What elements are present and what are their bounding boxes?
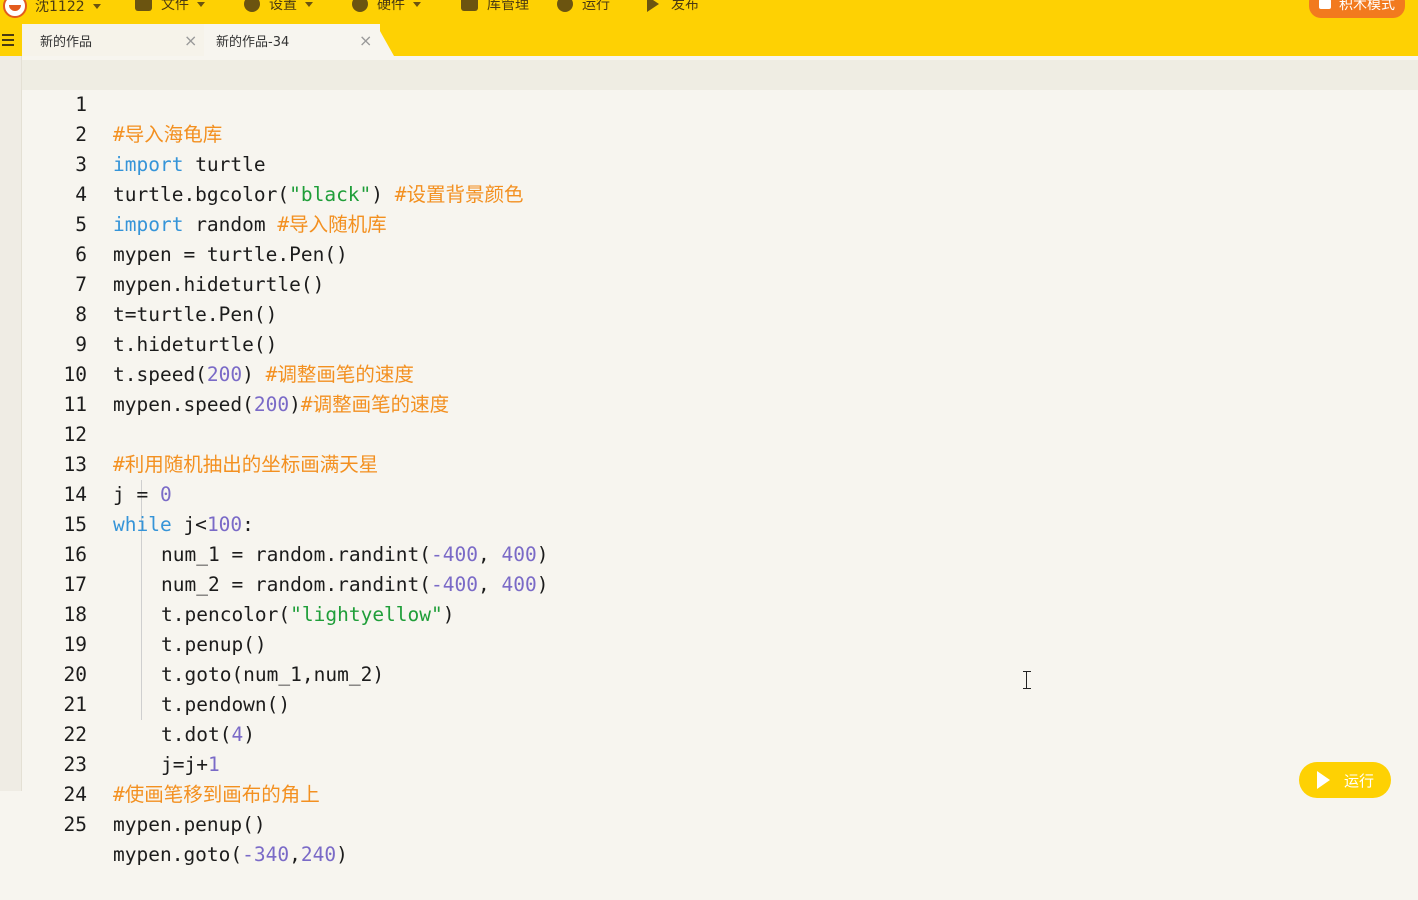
menu-file[interactable]: 文件 xyxy=(135,0,205,14)
code-line[interactable]: 15 num_1 = random.randint(-400, 400) xyxy=(22,480,1418,566)
robot-icon xyxy=(352,0,368,12)
avatar xyxy=(3,0,27,18)
gear-icon xyxy=(244,0,260,12)
folder-icon xyxy=(135,0,152,11)
tab-new-work-34[interactable]: 新的作品-34 × xyxy=(206,24,386,56)
blocks-icon xyxy=(1319,0,1331,9)
menu-list-icon[interactable] xyxy=(2,34,14,49)
chevron-down-icon xyxy=(197,1,205,7)
menu-hardware[interactable]: 硬件 xyxy=(352,0,421,14)
chevron-down-icon xyxy=(305,1,313,7)
run-button-label: 运行 xyxy=(1344,771,1375,790)
code-line[interactable]: 20 t.pendown() xyxy=(22,630,1418,716)
menu-run[interactable]: 运行 xyxy=(557,0,610,14)
code-line[interactable]: 25 mypen.goto(-340,240) xyxy=(22,780,1418,866)
text-cursor-icon xyxy=(1023,671,1031,689)
code-text: mypen.goto(-340,240) xyxy=(113,843,348,866)
library-icon xyxy=(461,0,478,11)
menu-settings[interactable]: 设置 xyxy=(244,0,313,14)
play-icon xyxy=(1317,771,1330,789)
tab-label: 新的作品-34 xyxy=(216,34,290,50)
code-text: mypen.penup() xyxy=(113,813,266,836)
code-line[interactable]: 14 while j<100: xyxy=(22,450,1418,536)
run-button[interactable]: 运行 xyxy=(1299,762,1391,798)
chevron-down-icon xyxy=(413,1,421,7)
user-name: 沈1122 xyxy=(35,0,85,15)
top-menu-bar: 沈1122 文件 设置 硬件 库管理 运行 发布 积木模式 xyxy=(0,0,1418,24)
code-line[interactable]: 4 import random #导入随机库 xyxy=(22,150,1418,236)
code-line[interactable]: 7 t=turtle.Pen() xyxy=(22,240,1418,326)
send-icon xyxy=(647,0,659,12)
code-line[interactable]: 13 j = 0 xyxy=(22,420,1418,506)
close-icon[interactable]: × xyxy=(184,31,197,50)
code-line[interactable]: 8 t.hideturtle() xyxy=(22,270,1418,356)
code-line[interactable]: 24 mypen.penup() xyxy=(22,750,1418,836)
block-mode-button[interactable]: 积木模式 xyxy=(1309,0,1405,18)
code-line[interactable]: 16 num_2 = random.randint(-400, 400) xyxy=(22,510,1418,596)
menu-publish[interactable]: 发布 xyxy=(647,0,699,14)
play-icon xyxy=(557,0,573,12)
code-line[interactable]: 2 import turtle xyxy=(22,90,1418,176)
code-line[interactable]: 22 j=j+1 xyxy=(22,690,1418,776)
code-line[interactable]: 3 turtle.bgcolor("black") #设置背景颜色 xyxy=(22,120,1418,206)
code-line[interactable]: 17 t.pencolor("lightyellow") xyxy=(22,540,1418,626)
code-line[interactable]: 12 #利用随机抽出的坐标画满天星 xyxy=(22,390,1418,476)
code-line[interactable]: 23 #使画笔移到画布的角上 xyxy=(22,720,1418,806)
code-editor[interactable]: 1 #导入海龟库 2 import turtle 3 turtle.bgcolo… xyxy=(22,60,1418,866)
code-line[interactable]: 5 mypen = turtle.Pen() xyxy=(22,180,1418,266)
code-line[interactable]: 11 xyxy=(22,360,1418,416)
close-icon[interactable]: × xyxy=(359,31,372,50)
block-mode-label: 积木模式 xyxy=(1339,0,1395,13)
menu-library[interactable]: 库管理 xyxy=(461,0,529,14)
line-number: 25 xyxy=(63,813,87,836)
code-line[interactable]: 6 mypen.hideturtle() xyxy=(22,210,1418,296)
code-line[interactable]: 9 t.speed(200) #调整画笔的速度 xyxy=(22,300,1418,386)
tab-label: 新的作品 xyxy=(40,34,93,50)
menu-file-label: 文件 xyxy=(161,0,189,13)
menu-run-label: 运行 xyxy=(582,0,610,13)
code-line[interactable]: 1 #导入海龟库 xyxy=(22,60,1418,146)
code-line[interactable]: 10 mypen.speed(200)#调整画笔的速度 xyxy=(22,330,1418,416)
menu-library-label: 库管理 xyxy=(487,0,529,13)
user-menu[interactable]: 沈1122 xyxy=(3,0,101,18)
menu-publish-label: 发布 xyxy=(671,0,699,13)
menu-hardware-label: 硬件 xyxy=(377,0,405,13)
menu-settings-label: 设置 xyxy=(269,0,297,13)
chevron-down-icon xyxy=(92,3,101,9)
code-line[interactable]: 18 t.penup() xyxy=(22,570,1418,656)
editor-left-strip xyxy=(0,56,22,791)
code-line[interactable]: 19 t.goto(num_1,num_2) xyxy=(22,600,1418,686)
code-line[interactable]: 21 t.dot(4) xyxy=(22,660,1418,746)
tab-new-work[interactable]: 新的作品 × xyxy=(22,24,206,56)
